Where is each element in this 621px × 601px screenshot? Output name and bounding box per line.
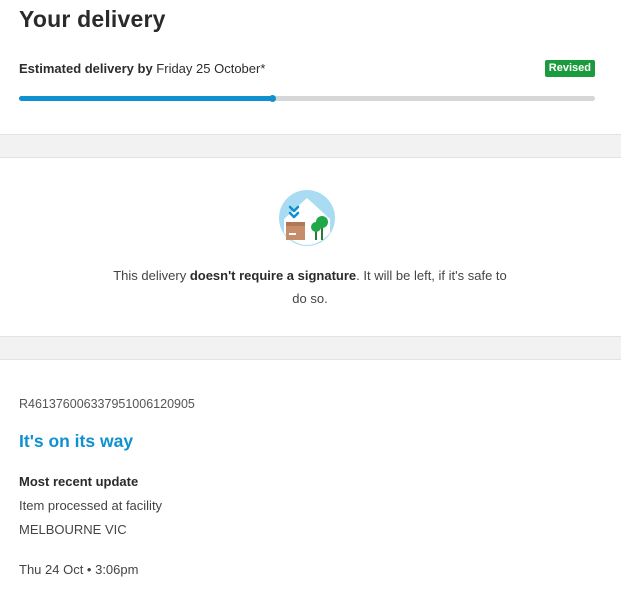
section-divider bbox=[0, 337, 621, 360]
estimated-delivery: Estimated delivery by Friday 25 October* bbox=[19, 61, 265, 76]
signature-text-before: This delivery bbox=[113, 268, 190, 283]
recent-update-label: Most recent update bbox=[19, 474, 139, 489]
update-description: Item processed at facility bbox=[19, 498, 163, 513]
delivery-status: It's on its way bbox=[19, 431, 134, 451]
estimate-date: Friday 25 October* bbox=[156, 61, 266, 76]
section-divider bbox=[0, 135, 621, 158]
signature-notice: This delivery doesn't require a signatur… bbox=[0, 158, 621, 337]
revised-badge: Revised bbox=[544, 60, 595, 77]
parcel-at-house-icon bbox=[279, 190, 335, 246]
progress-fill bbox=[19, 96, 273, 101]
tracking-details: R461376006337951006120905 It's on its wa… bbox=[0, 360, 621, 600]
update-location: MELBOURNE VIC bbox=[19, 522, 127, 537]
progress-marker bbox=[269, 95, 277, 102]
estimate-label: Estimated delivery by bbox=[19, 61, 153, 76]
update-timestamp: Thu 24 Oct • 3:06pm bbox=[19, 562, 139, 577]
page-title: Your delivery bbox=[19, 6, 166, 32]
delivery-progress-bar bbox=[19, 95, 595, 102]
signature-message: This delivery doesn't require a signatur… bbox=[105, 264, 515, 310]
tracking-number: R461376006337951006120905 bbox=[19, 397, 195, 411]
signature-text-bold: doesn't require a signature bbox=[189, 268, 357, 283]
delivery-summary: Your delivery Estimated delivery by Frid… bbox=[0, 0, 621, 135]
